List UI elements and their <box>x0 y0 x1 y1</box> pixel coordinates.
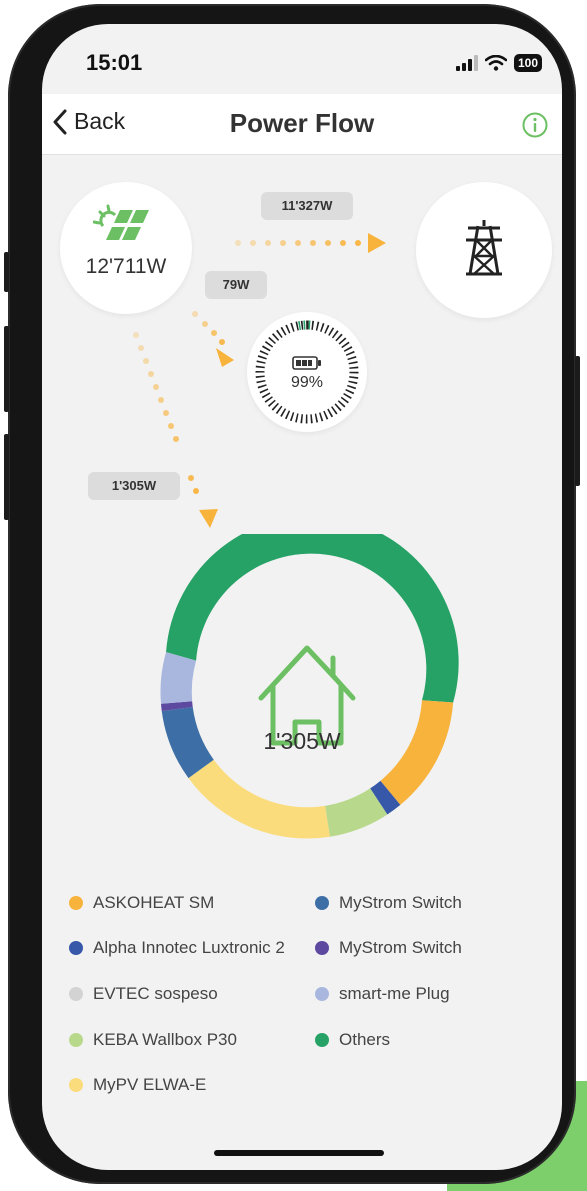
volume-down-button <box>4 434 9 520</box>
legend-item-askoheat[interactable]: ASKOHEAT SM <box>69 893 299 913</box>
solar-node[interactable]: 12'711W <box>60 182 192 314</box>
phone-frame: 15:01 100 Back Power Flow 12'711W 99% 11… <box>4 4 580 1184</box>
legend-item-mystrom-2[interactable]: MyStrom Switch <box>315 938 545 958</box>
flow-arrow-to-grid <box>235 233 386 253</box>
legend-item-keba[interactable]: KEBA Wallbox P30 <box>69 1030 299 1050</box>
legend-label: smart-me Plug <box>339 984 450 1003</box>
donut-segment-mypv <box>188 759 330 839</box>
battery-level: 99% <box>290 374 324 391</box>
house-power-value: 1'305W <box>263 728 341 754</box>
grid-node[interactable] <box>416 182 552 318</box>
flow-arrow-to-battery <box>192 311 234 367</box>
battery-gauge <box>255 320 359 424</box>
grid-flow-value: 11'327W <box>261 192 353 220</box>
battery-node[interactable]: 99% <box>247 312 367 432</box>
legend-item-others[interactable]: Others <box>315 1030 545 1050</box>
legend-label: KEBA Wallbox P30 <box>93 1030 237 1049</box>
legend-label: EVTEC sospeso <box>93 984 218 1003</box>
legend-label: MyStrom Switch <box>339 893 462 912</box>
legend-dot <box>69 896 83 910</box>
battery-icon <box>292 356 321 370</box>
home-indicator[interactable] <box>214 1150 384 1156</box>
mute-switch <box>4 252 9 292</box>
donut-segment-smartme <box>160 652 197 704</box>
power-pylon-icon <box>466 220 502 276</box>
house-flow-value: 1'305W <box>88 472 180 500</box>
legend-dot <box>315 941 329 955</box>
legend-label: MyStrom Switch <box>339 938 462 957</box>
legend-label: MyPV ELWA-E <box>93 1075 207 1094</box>
legend-dot <box>315 896 329 910</box>
legend-dot <box>69 1078 83 1092</box>
legend-item-mypv[interactable]: MyPV ELWA-E <box>69 1075 299 1095</box>
legend-label: Others <box>339 1030 391 1049</box>
solar-power-value: 12'711W <box>85 255 167 278</box>
legend-item-evtec[interactable]: EVTEC sospeso <box>69 984 299 1004</box>
legend-item-mystrom-1[interactable]: MyStrom Switch <box>315 893 545 913</box>
legend-dot <box>69 1033 83 1047</box>
legend-dot <box>315 1033 329 1047</box>
battery-flow-value: 79W <box>205 271 267 299</box>
legend-dot <box>69 987 83 1001</box>
legend-label: Alpha Innotec Luxtronic 2 <box>93 938 285 957</box>
app-screen: 15:01 100 Back Power Flow 12'711W 99% 11… <box>42 24 562 1170</box>
donut-segment-others <box>166 516 459 703</box>
solar-panel-icon <box>93 204 149 240</box>
power-button <box>575 356 580 486</box>
legend-label: ASKOHEAT SM <box>93 893 215 912</box>
legend-item-alpha-innotec[interactable]: Alpha Innotec Luxtronic 2 <box>69 938 299 958</box>
legend-item-smartme[interactable]: smart-me Plug <box>315 984 545 1004</box>
legend-dot <box>69 941 83 955</box>
volume-up-button <box>4 326 9 412</box>
consumption-donut[interactable] <box>149 516 465 855</box>
legend-dot <box>315 987 329 1001</box>
